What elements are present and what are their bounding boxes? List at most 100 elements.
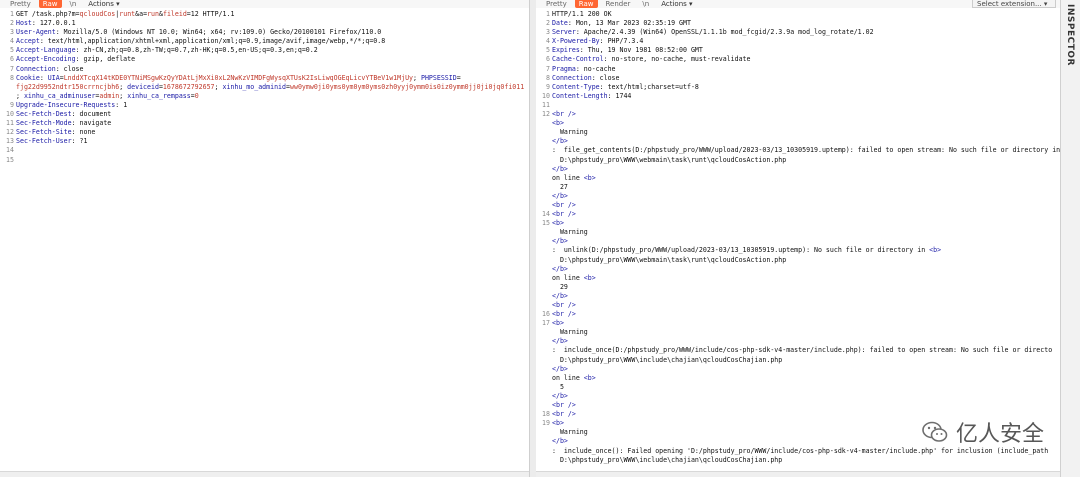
token: D:\phpstudy_pro\WWW\include\chajian\qclo… xyxy=(552,355,783,364)
response-viewer[interactable]: 1 HTTP/1.1 200 OK 2 Date: Mon, 13 Mar 2023 … xyxy=(536,10,1060,465)
line-number: 4 xyxy=(546,37,550,46)
line-number xyxy=(536,228,552,237)
line-text: : unlink(D:/phpstudy_pro/WWW/upload/2023… xyxy=(552,246,941,255)
token: : no-cache xyxy=(575,64,616,73)
line-number: 3 xyxy=(546,28,550,37)
code-line: </b> xyxy=(536,237,1060,246)
token: : unlink(D:/phpstudy_pro/WWW/upload/2023… xyxy=(552,246,930,255)
token: Host xyxy=(16,19,32,28)
token: </b> xyxy=(552,364,568,373)
line-number xyxy=(536,165,552,174)
token: Warning xyxy=(552,228,588,237)
token: 0 xyxy=(194,91,199,100)
line-number: 13 xyxy=(6,137,14,146)
token: : navigate xyxy=(71,119,112,128)
code-line: 6 Accept-Encoding: gzip, deflate xyxy=(0,55,529,64)
line-text: </b> xyxy=(552,392,568,401)
token: D:\phpstudy_pro\WWW\webmain\task\runt\qc… xyxy=(552,255,787,264)
code-line: 14 <br /> xyxy=(536,210,1060,219)
line-text: fjg22d9952ndtr150crrncjbh6; deviceid=167… xyxy=(16,83,524,92)
line-text: Cache-Control: no-store, no-cache, must-… xyxy=(552,55,751,64)
token: runt xyxy=(119,10,136,18)
token: : gzip, deflate xyxy=(75,55,136,64)
token: Expires xyxy=(552,46,580,55)
line-text: Server: Apache/2.4.39 (Win64) OpenSSL/1.… xyxy=(552,28,874,37)
token: Accept-Language xyxy=(16,46,76,55)
line-number: 17 xyxy=(542,319,550,328)
code-line: 5 Accept-Language: zh-CN,zh;q=0.8,zh-TW;q… xyxy=(0,46,529,55)
req-tab-0[interactable]: Pretty xyxy=(6,0,35,8)
token: <b> xyxy=(552,119,564,128)
req-tab-1[interactable]: Raw xyxy=(38,0,62,8)
extension-select[interactable]: Select extension... ▾ xyxy=(972,0,1056,8)
req-tab-2[interactable]: \n xyxy=(66,0,81,8)
line-text: Warning xyxy=(552,128,588,137)
line-number xyxy=(536,437,552,446)
line-number: 14 xyxy=(6,146,14,155)
token: Connection xyxy=(16,64,56,73)
code-line: fjg22d9952ndtr150crrncjbh6; deviceid=167… xyxy=(0,83,529,92)
code-line: Warning xyxy=(536,128,1060,137)
line-number xyxy=(536,374,552,383)
token: 27 xyxy=(552,182,568,191)
code-line: </b> xyxy=(536,365,1060,374)
response-search-bar[interactable] xyxy=(536,471,1060,477)
line-number: 12 xyxy=(542,110,550,119)
line-number xyxy=(536,128,552,137)
line-text: </b> xyxy=(552,337,568,346)
code-line: <br /> xyxy=(536,301,1060,310)
code-line: 12 Sec-Fetch-Site: none xyxy=(0,128,529,137)
line-text: <br /> xyxy=(552,310,576,319)
line-number: 5 xyxy=(546,46,550,55)
line-number xyxy=(536,192,552,201)
line-text: Sec-Fetch-Mode: navigate xyxy=(16,119,111,128)
token: : document xyxy=(71,110,112,119)
line-text: Warning xyxy=(552,228,588,237)
token: Sec-Fetch-User xyxy=(16,137,72,146)
code-line: </b> xyxy=(536,192,1060,201)
token: </b> xyxy=(552,164,568,173)
token: : close xyxy=(591,73,620,82)
token: &a= xyxy=(135,10,148,18)
line-text: D:\phpstudy_pro\WWW\webmain\task\runt\qc… xyxy=(552,156,786,165)
code-line: on line <b> xyxy=(536,374,1060,383)
line-number xyxy=(536,401,552,410)
line-text: <br /> xyxy=(552,210,576,219)
line-number xyxy=(536,246,552,255)
token: <br /> xyxy=(552,210,576,219)
code-line: 16 <br /> xyxy=(536,310,1060,319)
line-text: Connection: close xyxy=(16,65,84,74)
inspector-sidebar[interactable]: INSPECTOR xyxy=(1060,0,1080,477)
line-number xyxy=(536,119,552,128)
code-line: </b> xyxy=(536,392,1060,401)
request-editor[interactable]: 1 GET /task.php?m=qcloudCos|runt&a=run&fi… xyxy=(0,10,529,165)
token: fileid xyxy=(162,10,187,18)
resp-tab-1[interactable]: Raw xyxy=(574,0,598,8)
line-text: Warning xyxy=(552,428,588,437)
token: deviceid xyxy=(127,82,159,91)
line-number: 10 xyxy=(542,91,550,100)
token: </b> xyxy=(552,191,568,200)
token: LnddXTcqX14tKDE0YTNiMSgwKzQyYDAtLjMxXi0x… xyxy=(63,73,414,82)
resp-tab-4[interactable]: Actions ▾ xyxy=(657,0,696,8)
token: <br /> xyxy=(552,310,576,319)
token: : no-store, no-cache, must-revalidate xyxy=(603,55,751,64)
line-number xyxy=(536,447,552,456)
req-tab-3[interactable]: Actions ▾ xyxy=(84,0,123,8)
code-line: <b> xyxy=(536,119,1060,128)
token: : text/html;charset=utf-8 xyxy=(599,82,699,91)
token: </b> xyxy=(552,264,568,273)
code-line: 7 Connection: close xyxy=(0,65,529,74)
token: : include_once(D:/phpstudy_pro/WWW/inclu… xyxy=(552,346,1053,355)
line-text: GET /task.php?m=qcloudCos|runt&a=run&fil… xyxy=(16,10,234,19)
request-search-bar[interactable] xyxy=(0,471,529,477)
resp-tab-3[interactable]: \n xyxy=(638,0,653,8)
line-number: 1 xyxy=(546,10,550,18)
code-line: 10 Content-Length: 1744 xyxy=(536,92,1060,101)
code-line: D:\phpstudy_pro\WWW\webmain\task\runt\qc… xyxy=(536,156,1060,165)
line-number: 9 xyxy=(10,100,14,109)
line-number xyxy=(536,428,552,437)
resp-tab-2[interactable]: Render xyxy=(602,0,635,8)
resp-tab-0[interactable]: Pretty xyxy=(542,0,571,8)
token: Content-Length xyxy=(552,91,608,100)
